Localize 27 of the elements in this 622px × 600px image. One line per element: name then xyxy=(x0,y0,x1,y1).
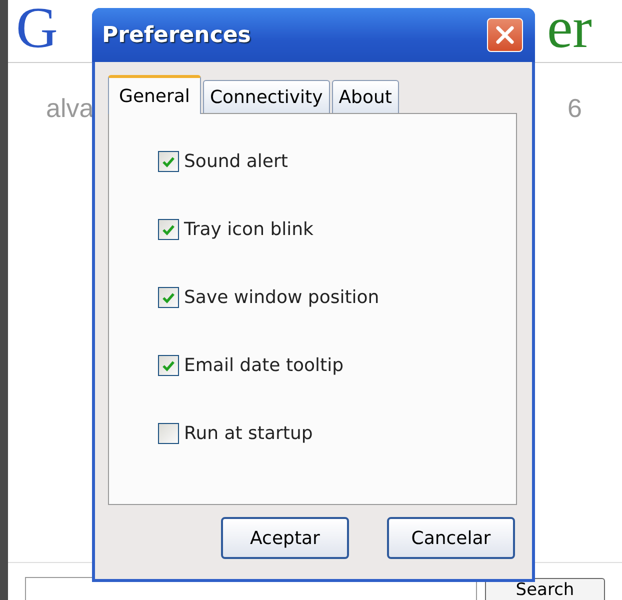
checkbox[interactable] xyxy=(158,219,179,240)
check-icon xyxy=(162,292,175,304)
checkbox-label: Sound alert xyxy=(184,151,288,172)
tab[interactable]: About xyxy=(332,80,399,113)
check-icon xyxy=(162,224,175,236)
checkbox[interactable] xyxy=(158,151,179,172)
logo-text: er xyxy=(546,2,592,54)
close-icon xyxy=(495,25,515,45)
close-button[interactable] xyxy=(487,18,523,52)
checkbox-label: Tray icon blink xyxy=(184,219,314,240)
checkbox[interactable] xyxy=(158,423,179,444)
tab[interactable]: General xyxy=(108,75,201,114)
checkbox-label: Run at startup xyxy=(184,423,313,444)
unread-count: 6 xyxy=(568,93,582,124)
dialog-button[interactable]: Cancelar xyxy=(387,517,515,559)
checkbox[interactable] xyxy=(158,355,179,376)
dialog-button[interactable]: Aceptar xyxy=(221,517,349,559)
checkbox-label: Save window position xyxy=(184,287,380,308)
account-name: alva xyxy=(46,93,94,124)
search-button[interactable]: Search xyxy=(485,578,605,600)
check-icon xyxy=(162,360,175,372)
tab[interactable]: Connectivity xyxy=(202,80,330,113)
checkbox[interactable] xyxy=(158,287,179,308)
checkbox-label: Email date tooltip xyxy=(184,355,344,376)
logo-text: G xyxy=(16,2,58,54)
check-icon xyxy=(162,156,175,168)
window-title: Preferences xyxy=(102,22,251,48)
